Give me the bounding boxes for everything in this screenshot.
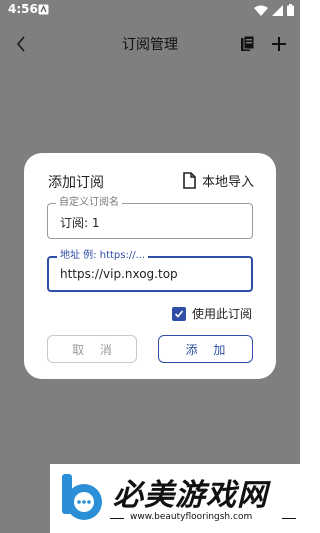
signal-icon <box>272 4 283 16</box>
local-import-label: 本地导入 <box>201 175 254 190</box>
add-button[interactable]: 添 加 <box>158 335 253 363</box>
notification-icon <box>38 4 49 15</box>
status-bar: 4:56 <box>0 0 300 22</box>
watermark-banner: 必美游戏网 www.beautyflooringsh.com <box>50 464 300 533</box>
use-subscription-toggle[interactable]: 使用此订阅 <box>171 305 252 322</box>
cancel-button[interactable]: 取 消 <box>47 335 137 363</box>
watermark-url: www.beautyflooringsh.com <box>130 512 253 522</box>
watermark-logo <box>62 474 102 520</box>
use-subscription-label: 使用此订阅 <box>191 307 252 321</box>
use-subscription-checkbox[interactable] <box>171 306 186 321</box>
wifi-icon <box>254 5 268 16</box>
battery-icon <box>287 4 294 16</box>
status-time: 4:56 <box>8 2 38 16</box>
checkmark-icon <box>174 309 184 318</box>
subscription-url-label: 地址 例: https://... <box>57 249 149 263</box>
add-subscription-dialog: 添加订阅 本地导入 自定义订阅名 订阅: 1 地址 例: https://...… <box>24 153 276 379</box>
subscription-url-field[interactable]: 地址 例: https://... https://vip.nxog.top <box>47 249 253 292</box>
watermark-line-left <box>110 518 124 519</box>
subscription-name-value: 订阅: 1 <box>60 216 100 230</box>
file-icon <box>183 172 196 189</box>
watermark-title: 必美游戏网 <box>113 478 268 513</box>
watermark-line-right <box>282 518 296 519</box>
dialog-title: 添加订阅 <box>48 175 104 191</box>
status-icons <box>254 4 294 16</box>
subscription-name-label: 自定义订阅名 <box>56 196 122 210</box>
subscription-url-value: https://vip.nxog.top <box>60 267 178 281</box>
local-import-button[interactable]: 本地导入 <box>183 171 254 190</box>
subscription-name-field[interactable]: 自定义订阅名 订阅: 1 <box>47 196 253 239</box>
